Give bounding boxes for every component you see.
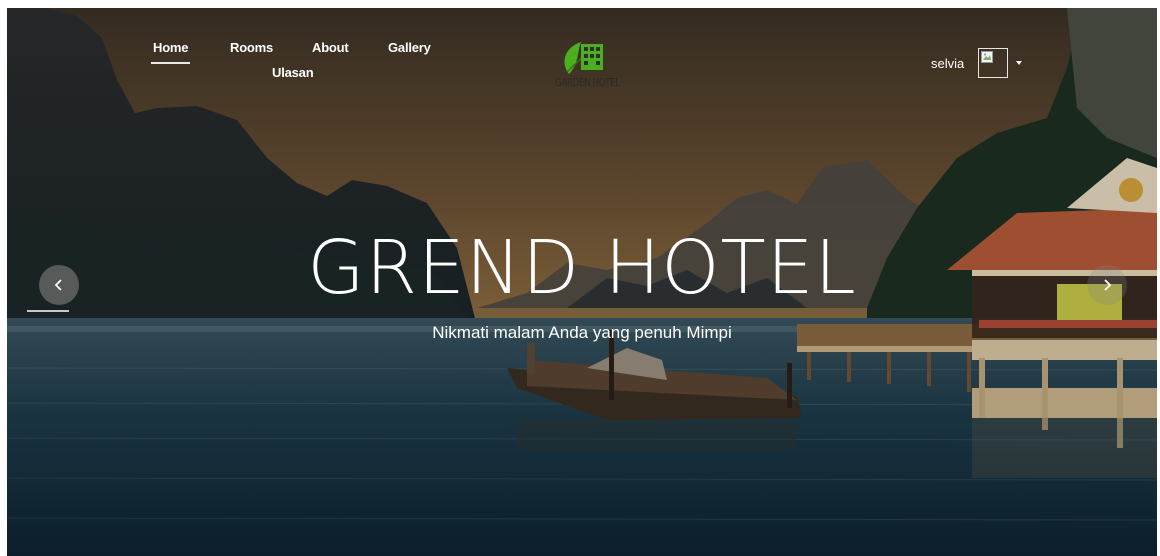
carousel-next-button[interactable] bbox=[1087, 265, 1127, 305]
nav-about-link[interactable]: About bbox=[312, 40, 349, 55]
chevron-left-icon bbox=[54, 279, 62, 291]
site-logo[interactable]: GARDEN HOTEL bbox=[547, 34, 621, 100]
user-name[interactable]: selvia bbox=[931, 56, 964, 71]
hero-title: GREND HOTEL bbox=[307, 225, 857, 311]
carousel-indicator[interactable] bbox=[27, 310, 69, 312]
nav-rooms-link[interactable]: Rooms bbox=[230, 40, 273, 55]
user-avatar[interactable] bbox=[978, 48, 1009, 78]
caret-down-icon[interactable] bbox=[1016, 61, 1023, 65]
broken-image-icon bbox=[981, 51, 994, 63]
hero-banner: Home Rooms About Gallery Ulasan GARDEN H… bbox=[7, 8, 1157, 556]
carousel-prev-button[interactable] bbox=[39, 265, 79, 305]
leaf-building-logo-icon bbox=[564, 42, 603, 74]
user-menu[interactable]: selvia bbox=[931, 48, 1023, 78]
nav-gallery-link[interactable]: Gallery bbox=[388, 40, 431, 55]
hero-subtitle: Nikmati malam Anda yang penuh Mimpi bbox=[432, 323, 732, 342]
nav-home-link[interactable]: Home bbox=[150, 40, 191, 64]
logo-text: GARDEN HOTEL bbox=[555, 76, 620, 89]
chevron-right-icon bbox=[1104, 279, 1112, 291]
nav-ulasan-link[interactable]: Ulasan bbox=[272, 65, 314, 80]
